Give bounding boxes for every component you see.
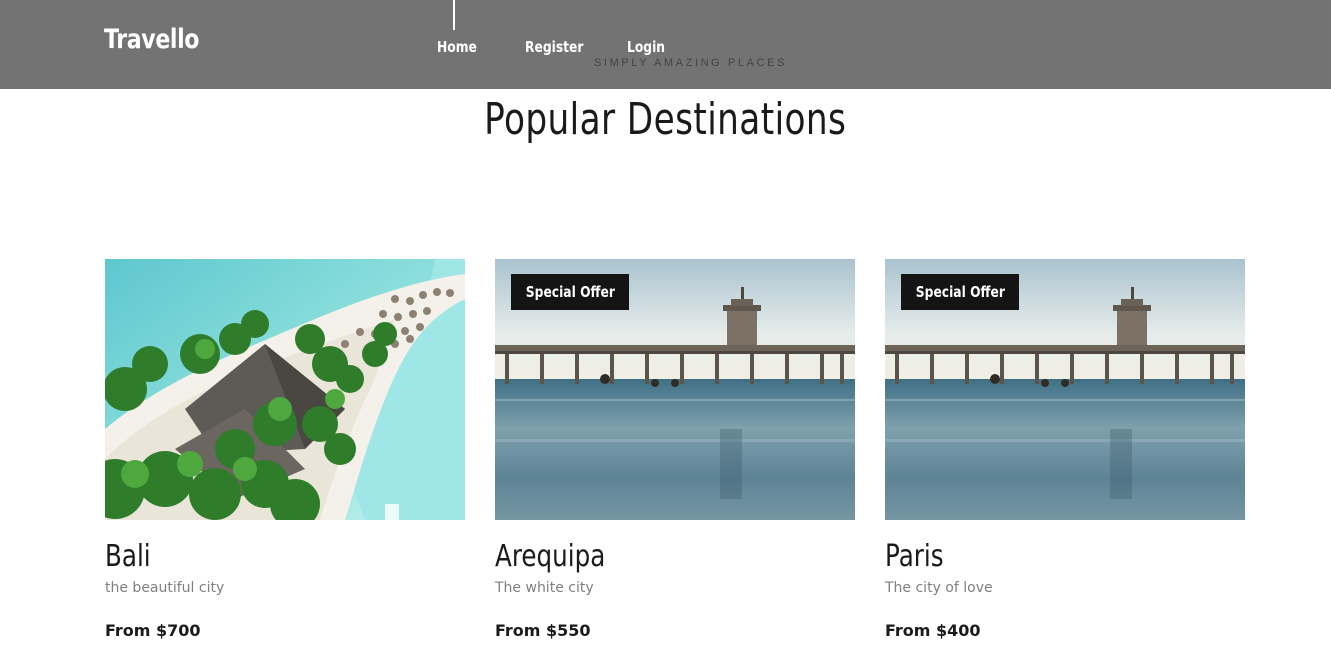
destination-card-bali[interactable]: Bali the beautiful city From $700	[105, 259, 465, 640]
nav-login-link[interactable]: Login	[627, 38, 665, 56]
destination-card-arequipa[interactable]: Special Offer Arequipa The white city Fr…	[495, 259, 855, 640]
tropical-island-beach-photo	[105, 259, 465, 520]
destination-subtitle-arequipa: The white city	[495, 580, 594, 596]
special-offer-badge: Special Offer	[901, 274, 1019, 310]
destination-price-arequipa: From $550	[495, 621, 591, 640]
destination-name-bali[interactable]: Bali	[105, 539, 151, 574]
destination-subtitle-paris: The city of love	[885, 580, 993, 596]
destination-image-paris[interactable]: Special Offer	[885, 259, 1245, 520]
special-offer-label: Special Offer	[915, 283, 1005, 301]
nav-divider	[453, 0, 455, 30]
special-offer-label: Special Offer	[525, 283, 615, 301]
destination-image-arequipa[interactable]: Special Offer	[495, 259, 855, 520]
section-title-text: Popular Destinations	[484, 94, 847, 145]
destination-image-bali[interactable]	[105, 259, 465, 520]
section-title: Popular Destinations	[0, 94, 1331, 145]
destination-price-paris: From $400	[885, 621, 981, 640]
destination-subtitle-bali: the beautiful city	[105, 580, 225, 596]
nav-home-link[interactable]: Home	[437, 38, 477, 56]
nav-register-link[interactable]: Register	[525, 38, 583, 56]
site-tagline: SIMPLY AMAZING PLACES	[594, 57, 787, 69]
special-offer-badge: Special Offer	[511, 274, 629, 310]
destination-name-paris[interactable]: Paris	[885, 539, 944, 574]
destination-card-paris[interactable]: Special Offer Paris The city of love Fro…	[885, 259, 1245, 640]
site-logo[interactable]: Travello	[104, 24, 200, 55]
site-header: Travello Home Register Login SIMPLY AMAZ…	[0, 0, 1331, 89]
destination-price-bali: From $700	[105, 621, 201, 640]
destination-name-arequipa[interactable]: Arequipa	[495, 539, 605, 574]
